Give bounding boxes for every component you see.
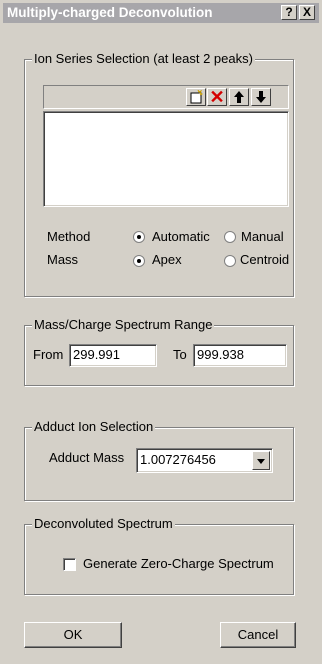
ion-series-group: Ion Series Selection (at least 2 peaks) … bbox=[24, 51, 294, 297]
move-up-button[interactable] bbox=[229, 88, 249, 106]
to-input[interactable]: 999.938 bbox=[193, 344, 287, 367]
arrow-down-icon bbox=[256, 91, 266, 103]
new-peak-button[interactable] bbox=[186, 88, 206, 106]
to-label: To bbox=[173, 347, 187, 362]
method-automatic-label[interactable]: Automatic bbox=[152, 229, 210, 244]
mass-centroid-label[interactable]: Centroid bbox=[240, 252, 289, 267]
adduct-group: Adduct Ion Selection Adduct Mass 1.00727… bbox=[24, 419, 294, 501]
move-down-button[interactable] bbox=[251, 88, 271, 106]
adduct-mass-label: Adduct Mass bbox=[49, 450, 125, 465]
title-bar[interactable]: Multiply-charged Deconvolution ? X bbox=[3, 3, 319, 23]
adduct-legend: Adduct Ion Selection bbox=[32, 419, 156, 434]
close-button[interactable]: X bbox=[299, 5, 315, 20]
adduct-mass-combobox[interactable]: 1.007276456 bbox=[136, 448, 273, 473]
deconvoluted-legend: Deconvoluted Spectrum bbox=[32, 516, 175, 531]
ion-series-legend: Ion Series Selection (at least 2 peaks) bbox=[32, 51, 255, 66]
help-button[interactable]: ? bbox=[281, 5, 297, 20]
mass-apex-radio[interactable] bbox=[133, 255, 145, 267]
from-input[interactable]: 299.991 bbox=[69, 344, 157, 367]
ok-button[interactable]: OK bbox=[24, 622, 122, 648]
to-value: 999.938 bbox=[197, 347, 244, 362]
deconvolution-dialog: Multiply-charged Deconvolution ? X Ion S… bbox=[0, 0, 322, 664]
adduct-mass-value: 1.007276456 bbox=[140, 452, 216, 467]
delete-peak-button[interactable]: ✕ bbox=[207, 88, 227, 106]
zero-charge-label[interactable]: Generate Zero-Charge Spectrum bbox=[83, 556, 274, 571]
zero-charge-checkbox[interactable] bbox=[63, 558, 76, 571]
new-icon bbox=[190, 89, 204, 104]
ion-peak-list[interactable] bbox=[43, 111, 289, 207]
from-value: 299.991 bbox=[73, 347, 120, 362]
arrow-up-icon bbox=[234, 91, 244, 103]
window-title: Multiply-charged Deconvolution bbox=[7, 5, 213, 20]
from-label: From bbox=[33, 347, 64, 362]
mz-range-group: Mass/Charge Spectrum Range From 299.991 … bbox=[24, 317, 294, 386]
method-automatic-radio[interactable] bbox=[133, 231, 145, 243]
mass-centroid-radio[interactable] bbox=[224, 255, 236, 267]
method-manual-label[interactable]: Manual bbox=[241, 229, 284, 244]
method-label: Method bbox=[47, 229, 91, 244]
method-manual-radio[interactable] bbox=[224, 231, 236, 243]
deconvoluted-group: Deconvoluted Spectrum Generate Zero-Char… bbox=[24, 516, 294, 595]
delete-icon: ✕ bbox=[209, 87, 225, 107]
mass-label: Mass bbox=[47, 252, 79, 267]
mz-range-legend: Mass/Charge Spectrum Range bbox=[32, 317, 215, 332]
chevron-down-icon[interactable] bbox=[252, 451, 270, 470]
peak-list-toolbar: ✕ bbox=[43, 85, 289, 109]
mass-apex-label[interactable]: Apex bbox=[152, 252, 182, 267]
cancel-button[interactable]: Cancel bbox=[220, 622, 296, 648]
